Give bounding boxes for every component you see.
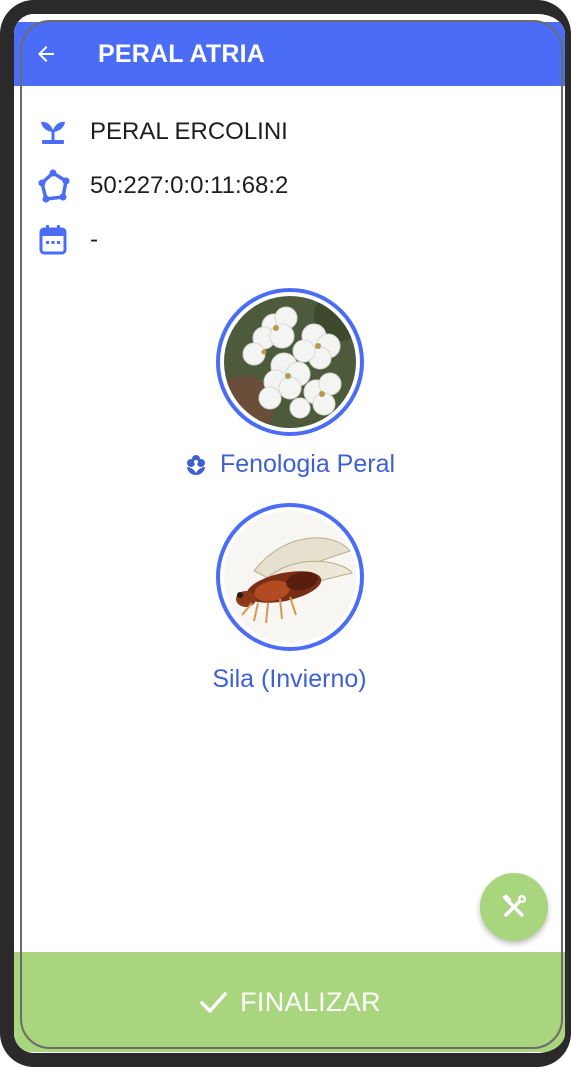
check-icon	[200, 992, 227, 1013]
app-bar: PERAL ATRIA	[14, 22, 565, 86]
arrow-left-icon	[38, 46, 54, 62]
tools-icon	[502, 894, 526, 917]
finalizar-button[interactable]: FINALIZAR	[14, 952, 565, 1052]
card-image-frame	[215, 503, 364, 651]
flower-icon	[184, 453, 208, 477]
finalizar-label: FINALIZAR	[240, 986, 381, 1017]
page-title: PERAL ATRIA	[98, 39, 266, 68]
psylla-insect-image	[223, 511, 356, 643]
variety-text: PERAL ERCOLINI	[90, 118, 288, 145]
card-label-sila: Sila (Invierno)	[212, 665, 366, 694]
screen: PERAL ATRIA PERAL ERCOLINI 50:227:0:0:11…	[14, 14, 565, 1053]
tools-fab-button[interactable]	[480, 873, 548, 941]
date-text: -	[90, 226, 98, 253]
date-row: -	[36, 223, 98, 257]
polygon-icon	[36, 169, 70, 203]
variety-row: PERAL ERCOLINI	[36, 115, 288, 149]
card-sila-invierno[interactable]: Sila (Invierno)	[14, 503, 565, 694]
calendar-icon	[36, 223, 70, 257]
back-button[interactable]	[14, 22, 78, 86]
seedling-icon	[36, 115, 70, 149]
plot-text: 50:227:0:0:11:68:2	[90, 172, 289, 199]
device-frame: PERAL ATRIA PERAL ERCOLINI 50:227:0:0:11…	[0, 0, 571, 1067]
card-label-fenologia: Fenologia Peral	[184, 450, 395, 479]
card-label-text: Sila (Invierno)	[212, 665, 367, 693]
card-label-text: Fenologia Peral	[219, 450, 396, 478]
pear-blossom-image	[223, 296, 356, 428]
card-image-frame	[215, 288, 364, 436]
card-fenologia-peral[interactable]: Fenologia Peral	[14, 288, 565, 479]
plot-row: 50:227:0:0:11:68:2	[36, 169, 288, 203]
